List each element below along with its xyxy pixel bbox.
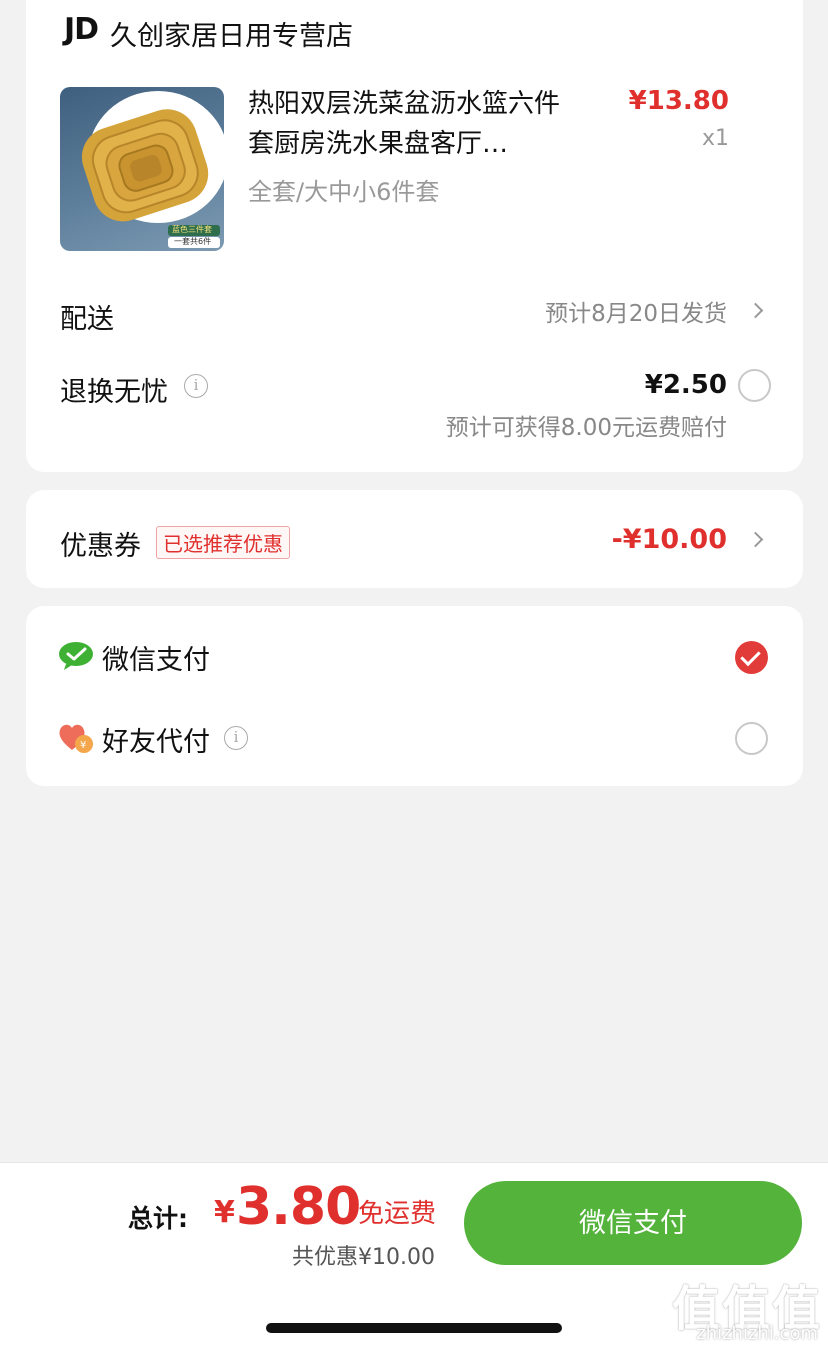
coupon-card[interactable]: 优惠券 已选推荐优惠 -¥10.00 xyxy=(26,490,803,588)
svg-text:¥: ¥ xyxy=(80,740,86,751)
payment-option-label: 微信支付 xyxy=(102,645,210,676)
return-service-label: 退换无忧 xyxy=(60,377,168,408)
total-currency: ¥ xyxy=(214,1195,235,1230)
product-spec[interactable]: 全套/大中小6件套 xyxy=(248,172,439,207)
return-service-note: 预计可获得8.00元运费赔付 xyxy=(445,415,727,441)
delivery-value[interactable]: 预计8月20日发货 xyxy=(545,294,727,328)
home-indicator[interactable] xyxy=(266,1323,562,1333)
return-service-price: ¥2.50 xyxy=(644,370,727,400)
thumb-label: 蓝色三件套 xyxy=(172,225,212,234)
free-shipping-label: 免运费 xyxy=(358,1199,437,1229)
delivery-label: 配送 xyxy=(60,304,114,335)
coupon-tag: 已选推荐优惠 xyxy=(156,526,290,559)
coupon-label: 优惠券 xyxy=(60,531,141,562)
info-icon[interactable]: i xyxy=(184,374,208,398)
total-amount: 3.80 xyxy=(236,1177,361,1237)
info-icon[interactable]: i xyxy=(224,726,248,750)
watermark-url: zhizhizhi.com xyxy=(696,1323,818,1344)
payment-card: 微信支付 ¥ 好友代付 i xyxy=(26,606,803,786)
total-label: 总计: xyxy=(128,1204,188,1233)
product-quantity: x1 xyxy=(701,126,729,151)
product-title[interactable]: 热阳双层洗菜盆沥水篮六件套厨房洗水果盘客厅… xyxy=(248,84,578,164)
friend-pay-heart-icon: ¥ xyxy=(59,724,93,753)
chevron-right-icon[interactable] xyxy=(747,302,764,319)
thumb-sub: 一套共6件 xyxy=(174,237,212,246)
product-price: ¥13.80 xyxy=(628,86,729,116)
checkout-bar: 总计: ¥ 3.80 免运费 共优惠¥10.00 微信支付 值值值 zhizhi… xyxy=(0,1162,828,1347)
friend-pay-radio[interactable] xyxy=(735,722,768,755)
store-name[interactable]: 久创家居日用专营店 xyxy=(110,14,353,53)
product-thumbnail[interactable]: 蓝色三件套 一套共6件 xyxy=(60,87,224,251)
order-card: JD 久创家居日用专营店 蓝色三件套 一套共6件 热阳双层洗菜盆沥水篮六件套厨房… xyxy=(26,0,803,472)
return-service-radio[interactable] xyxy=(738,369,771,402)
payment-option-label: 好友代付 xyxy=(102,727,210,758)
total-discount: 共优惠¥10.00 xyxy=(292,1245,435,1270)
payment-option-wechat[interactable]: 微信支付 xyxy=(26,606,803,696)
payment-option-friend[interactable]: ¥ 好友代付 i xyxy=(26,696,803,786)
wechat-pay-button[interactable]: 微信支付 xyxy=(464,1181,802,1265)
chevron-right-icon[interactable] xyxy=(747,531,764,548)
selected-check-icon[interactable] xyxy=(735,641,768,674)
wechat-pay-icon xyxy=(59,642,93,670)
jd-logo: JD xyxy=(64,12,99,47)
coupon-value[interactable]: -¥10.00 xyxy=(612,524,727,555)
